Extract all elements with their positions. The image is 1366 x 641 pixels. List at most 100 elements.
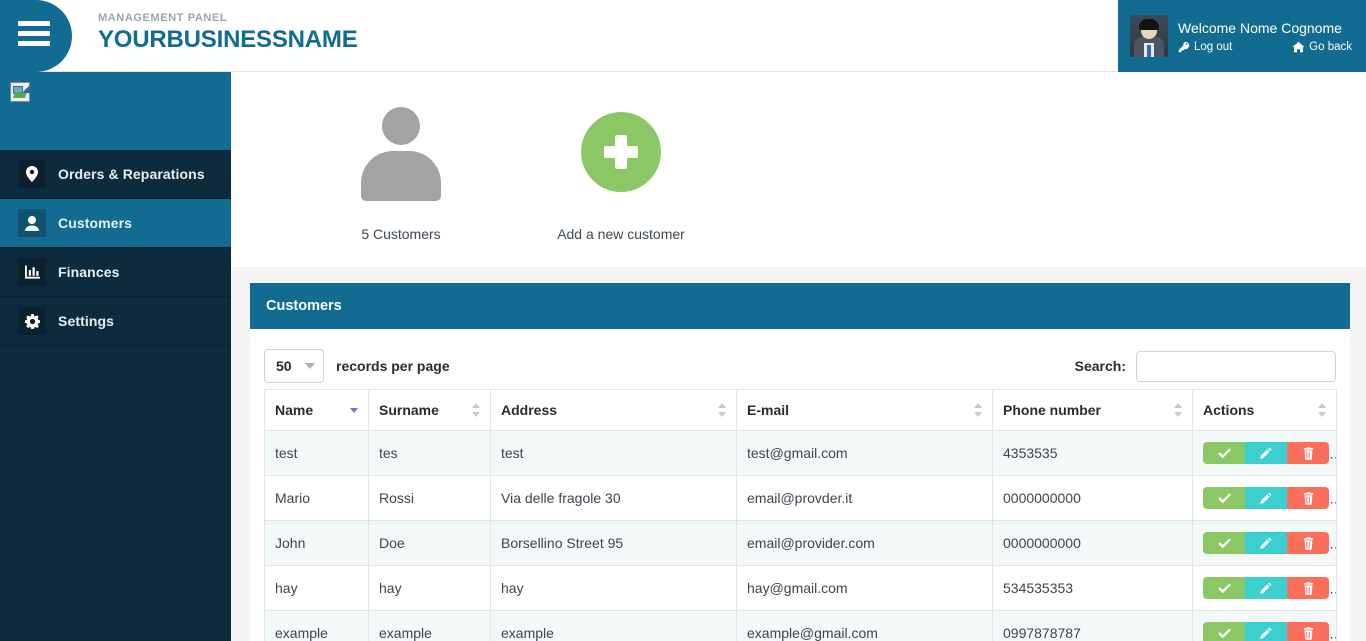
- welcome-panel: Welcome Nome Cognome Log out Go back: [1118, 0, 1366, 72]
- customers-panel: Customers 50 records per page Search: Na…: [250, 283, 1350, 641]
- bar-chart-icon: [18, 258, 46, 286]
- table-row: hay hay hay hay@gmail.com 534535353: [264, 565, 1337, 611]
- confirm-button[interactable]: [1203, 442, 1245, 464]
- column-label: Surname: [379, 402, 439, 418]
- column-header-actions[interactable]: Actions: [1192, 389, 1337, 431]
- column-header-name[interactable]: Name: [264, 389, 369, 431]
- cell-email: test@gmail.com: [736, 430, 993, 476]
- trash-icon: [1303, 446, 1314, 460]
- column-header-address[interactable]: Address: [490, 389, 737, 431]
- confirm-button[interactable]: [1203, 532, 1245, 554]
- delete-button[interactable]: [1287, 577, 1329, 599]
- cell-surname: Rossi: [368, 475, 491, 521]
- search-area: Search:: [1075, 350, 1336, 382]
- shortcut-customers-count[interactable]: 5 Customers: [291, 92, 511, 267]
- chevron-down-icon: [305, 363, 315, 369]
- shortcut-add-customer[interactable]: Add a new customer: [511, 92, 731, 267]
- column-header-phone[interactable]: Phone number: [992, 389, 1193, 431]
- sort-indicator-icon: [974, 403, 983, 417]
- cell-address: Via delle fragole 30: [490, 475, 737, 521]
- edit-button[interactable]: [1245, 577, 1287, 599]
- delete-button[interactable]: [1287, 622, 1329, 641]
- edit-button[interactable]: [1245, 442, 1287, 464]
- cell-email: hay@gmail.com: [736, 565, 993, 611]
- pencil-icon: [1260, 447, 1272, 459]
- check-icon: [1217, 582, 1231, 594]
- search-input[interactable]: [1136, 350, 1336, 382]
- user-silhouette-icon: [361, 107, 441, 201]
- cell-phone: 4353535: [992, 430, 1193, 476]
- key-icon: [1178, 41, 1190, 53]
- delete-button[interactable]: [1287, 532, 1329, 554]
- pencil-icon: [1260, 627, 1272, 639]
- edit-button[interactable]: [1245, 532, 1287, 554]
- records-per-page-select[interactable]: 50: [264, 349, 324, 383]
- cell-name: Mario: [264, 475, 369, 521]
- sidebar-item-orders-reparations[interactable]: Orders & Reparations: [0, 150, 231, 199]
- sort-indicator-icon: [1174, 403, 1183, 417]
- main-content: 5 Customers Add a new customer Customers…: [231, 72, 1366, 641]
- pencil-icon: [1260, 582, 1272, 594]
- row-action-group: [1203, 487, 1329, 509]
- brand-title: YOURBUSINESSNAME: [98, 26, 358, 53]
- column-header-surname[interactable]: Surname: [368, 389, 491, 431]
- check-icon: [1217, 492, 1231, 504]
- edit-button[interactable]: [1245, 622, 1287, 641]
- shortcut-tiles: 5 Customers Add a new customer: [231, 72, 1366, 267]
- sidebar-logo: [0, 72, 231, 142]
- welcome-text: Welcome Nome Cognome Log out Go back: [1178, 19, 1352, 53]
- delete-button[interactable]: [1287, 442, 1329, 464]
- table-row: test tes test test@gmail.com 4353535: [264, 430, 1337, 476]
- cell-email: email@provider.com: [736, 520, 993, 566]
- cell-actions: [1192, 520, 1337, 566]
- hamburger-icon[interactable]: [18, 21, 50, 47]
- sidebar-item-label: Orders & Reparations: [58, 166, 205, 182]
- delete-button[interactable]: [1287, 487, 1329, 509]
- avatar: [1130, 15, 1168, 57]
- sort-indicator-icon: [1318, 403, 1327, 417]
- cell-name: John: [264, 520, 369, 566]
- cell-phone: 0000000000: [992, 475, 1193, 521]
- home-icon: [1292, 41, 1305, 53]
- table-row: Mario Rossi Via delle fragole 30 email@prov…: [264, 475, 1337, 521]
- cell-name: test: [264, 430, 369, 476]
- pencil-icon: [1260, 537, 1272, 549]
- cell-email: example@gmail.com: [736, 610, 993, 641]
- sidebar-item-finances[interactable]: Finances: [0, 248, 231, 297]
- app-root: MANAGEMENT PANEL YOURBUSINESSNAME Welcom…: [0, 0, 1366, 641]
- column-header-email[interactable]: E-mail: [736, 389, 993, 431]
- confirm-button[interactable]: [1203, 622, 1245, 641]
- table-header-row: Name Surname Address E-mail Phone number…: [264, 389, 1337, 431]
- cell-surname: Doe: [368, 520, 491, 566]
- goback-link[interactable]: Go back: [1292, 41, 1352, 53]
- column-label: Name: [275, 402, 314, 418]
- shortcut-label: Add a new customer: [557, 226, 685, 242]
- confirm-button[interactable]: [1203, 487, 1245, 509]
- confirm-button[interactable]: [1203, 577, 1245, 599]
- trash-icon: [1303, 536, 1314, 550]
- cell-address: test: [490, 430, 737, 476]
- table-controls: 50 records per page Search:: [264, 343, 1336, 389]
- column-label: Actions: [1203, 402, 1255, 418]
- column-label: E-mail: [747, 402, 790, 418]
- cell-email: email@provder.it: [736, 475, 993, 521]
- cell-name: hay: [264, 565, 369, 611]
- table-row: example example example example@gmail.com 09…: [264, 610, 1337, 641]
- goback-label: Go back: [1309, 41, 1352, 53]
- column-label: Phone number: [1003, 402, 1102, 418]
- map-pin-icon: [18, 160, 46, 188]
- sort-indicator-icon: [472, 403, 481, 417]
- trash-icon: [1303, 491, 1314, 505]
- cell-surname: tes: [368, 430, 491, 476]
- records-per-page-value: 50: [276, 358, 292, 374]
- sidebar-item-settings[interactable]: Settings: [0, 297, 231, 346]
- edit-button[interactable]: [1245, 487, 1287, 509]
- trash-icon: [1303, 581, 1314, 595]
- cell-name: example: [264, 610, 369, 641]
- logout-link[interactable]: Log out: [1178, 41, 1232, 53]
- pencil-icon: [1260, 492, 1272, 504]
- sidebar-item-customers[interactable]: Customers: [0, 199, 231, 248]
- plus-circle-icon: [581, 112, 661, 192]
- sidebar-item-label: Settings: [58, 313, 115, 329]
- check-icon: [1217, 537, 1231, 549]
